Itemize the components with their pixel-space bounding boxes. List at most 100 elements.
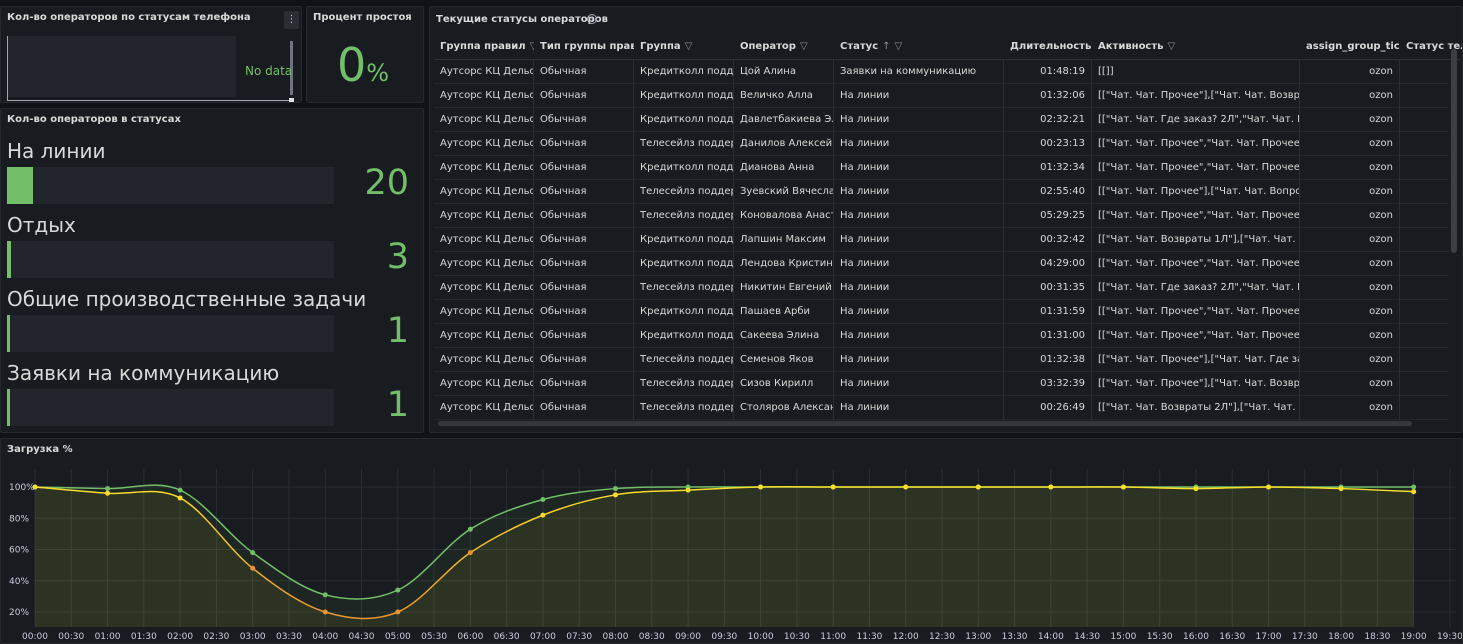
data-point [467, 550, 473, 556]
table-cell: [["Чат. Чат. Где заказ? 2Л","Чат. Чат. Г… [1092, 276, 1300, 300]
status-bar-fill [7, 389, 10, 426]
table-cell: Телесейлз поддержка [634, 180, 734, 204]
table-row[interactable]: Аутсорс КЦ ДельфинОбычнаяКредитколл подд… [434, 156, 1449, 180]
table-cell: На линии [834, 396, 1004, 420]
table-row[interactable]: Аутсорс КЦ ДельфинОбычнаяТелесейлз подде… [434, 204, 1449, 228]
status-bar [7, 315, 334, 352]
data-point [1411, 489, 1417, 495]
table-cell: [["Чат. Чат. Прочее","Чат. Чат. Прочее"]… [1092, 132, 1300, 156]
table-row[interactable]: Аутсорс КЦ ДельфинОбычнаяТелесейлз подде… [434, 348, 1449, 372]
table-cell: Кредитколл поддержка [634, 108, 734, 132]
data-point [322, 609, 328, 615]
table-cell: Аутсорс КЦ Дельфин [434, 252, 534, 276]
table-body: Аутсорс КЦ ДельфинОбычнаяКредитколл подд… [434, 60, 1449, 427]
filter-icon[interactable]: ▽ [895, 41, 903, 52]
table-cell: Обычная [534, 372, 634, 396]
data-point [105, 486, 111, 492]
status-bar [7, 389, 334, 426]
table-cell: 02:32:21 [1004, 108, 1092, 132]
vertical-scrollbar[interactable] [1451, 49, 1457, 253]
table-cell: 01:32:34 [1004, 156, 1092, 180]
status-bar-fill [7, 241, 11, 278]
table-cell: Обычная [534, 276, 634, 300]
table-cell: Аутсорс КЦ Дельфин [434, 324, 534, 348]
x-tick-label: 02:00 [167, 632, 193, 642]
x-tick-label: 03:30 [276, 632, 302, 642]
data-point [1266, 484, 1272, 490]
table-cell: Обычная [534, 348, 634, 372]
column-header[interactable]: assign_group_ticl▽ [1300, 34, 1400, 60]
table-cell: ozon [1300, 228, 1400, 252]
filter-icon[interactable]: ▽ [800, 41, 808, 52]
column-header-label: Статус [840, 41, 879, 52]
table-cell: Обычная [534, 204, 634, 228]
column-header[interactable]: Группа правил▽ [434, 34, 534, 60]
table-row[interactable]: Аутсорс КЦ ДельфинОбычнаяКредитколл подд… [434, 300, 1449, 324]
table-cell: Аутсорс КЦ Дельфин [434, 180, 534, 204]
table-cell: Аутсорс КЦ Дельфин [434, 228, 534, 252]
load-percent-panel: 20% 40% 60% 80% 100% 00:00 00:30 01:00 01:30 02:0… [0, 438, 1463, 644]
table-row[interactable]: Аутсорс КЦ ДельфинОбычнаяТелесейлз подде… [434, 132, 1449, 156]
column-header[interactable]: Группа ▽ [634, 34, 734, 60]
x-tick-label: 09:30 [711, 632, 737, 642]
x-tick-label: 17:00 [1256, 632, 1282, 642]
panel-title: Текущие статусы операторов [436, 14, 608, 25]
table-cell: Сизов Кирилл [734, 372, 834, 396]
x-tick-label: 06:30 [494, 632, 520, 642]
table-row[interactable]: Аутсорс КЦ ДельфинОбычнаяКредитколл подд… [434, 60, 1449, 84]
table-row[interactable]: Аутсорс КЦ ДельфинОбычнаяКредитколл подд… [434, 84, 1449, 108]
x-tick-label: 19:00 [1401, 632, 1427, 642]
x-tick-label: 08:30 [639, 632, 665, 642]
column-header-label: assign_group_ticl [1306, 41, 1400, 52]
panel-menu-icon[interactable]: ⋮ [284, 11, 299, 29]
info-icon[interactable]: i [587, 14, 597, 24]
status-label: Отдых [7, 213, 76, 237]
status-count: 3 [386, 237, 409, 277]
table-cell: Кредитколл поддержка [634, 60, 734, 84]
table-cell: Аутсорс КЦ Дельфин [434, 156, 534, 180]
data-point [1048, 484, 1054, 490]
table-row[interactable]: Аутсорс КЦ ДельфинОбычнаяТелесейлз подде… [434, 276, 1449, 300]
table-row[interactable]: Аутсорс КЦ ДельфинОбычнаяТелесейлз подде… [434, 180, 1449, 204]
table-cell: Пашаев Арби [734, 300, 834, 324]
x-tick-label: 14:00 [1038, 632, 1064, 642]
column-header[interactable]: Тип группы прав▽ [534, 34, 634, 60]
filter-icon[interactable]: ▽ [685, 41, 693, 52]
table-cell: Аутсорс КЦ Дельфин [434, 84, 534, 108]
x-tick-label: 13:00 [965, 632, 991, 642]
column-header[interactable]: Активность ▽ [1092, 34, 1300, 60]
data-point [250, 550, 256, 556]
table-cell: Лапшин Максим [734, 228, 834, 252]
horizontal-scrollbar[interactable] [438, 421, 1412, 426]
y-tick-label: 40% [9, 577, 29, 587]
sort-asc-icon[interactable]: ↑ [882, 41, 890, 52]
table-cell: Аутсорс КЦ Дельфин [434, 396, 534, 420]
panel-title: Загрузка % [7, 444, 73, 455]
column-header-label: Группа правил [440, 41, 526, 52]
table-cell: Телесейлз поддержка [634, 372, 734, 396]
stat-unit: % [366, 59, 390, 87]
table-cell: Заявки на коммуникацию [834, 60, 1004, 84]
column-header-label: Длительность [1010, 41, 1092, 52]
filter-icon[interactable]: ▽ [1167, 41, 1175, 52]
table-row[interactable]: Аутсорс КЦ ДельфинОбычнаяТелесейлз подде… [434, 396, 1449, 420]
table-row[interactable]: Аутсорс КЦ ДельфинОбычнаяТелесейлз подде… [434, 372, 1449, 396]
stat-value: 0 [337, 38, 367, 92]
x-tick-label: 10:00 [748, 632, 774, 642]
table-cell: Кредитколл поддержка [634, 228, 734, 252]
column-header[interactable]: Длительность▽ [1004, 34, 1092, 60]
table-cell: Никитин Евгений [734, 276, 834, 300]
table-row[interactable]: Аутсорс КЦ ДельфинОбычнаяКредитколл подд… [434, 324, 1449, 348]
table-row[interactable]: Аутсорс КЦ ДельфинОбычнаяКредитколл подд… [434, 108, 1449, 132]
table-cell: Обычная [534, 132, 634, 156]
table-cell: [["Чат. Чат. Прочее"],["Чат. Чат. Возвра… [1092, 84, 1300, 108]
no-data-label: No data [245, 64, 293, 78]
column-header-label: Группа [640, 41, 681, 52]
column-header[interactable]: Статус ↑ ▽ [834, 34, 1004, 60]
table-cell: На линии [834, 300, 1004, 324]
table-cell: Дианова Анна [734, 156, 834, 180]
operators-table-panel: Текущие статусы операторов i Группа прав… [429, 6, 1463, 433]
table-row[interactable]: Аутсорс КЦ ДельфинОбычнаяКредитколл подд… [434, 228, 1449, 252]
table-row[interactable]: Аутсорс КЦ ДельфинОбычнаяКредитколл подд… [434, 252, 1449, 276]
column-header[interactable]: Оператор ▽ [734, 34, 834, 60]
